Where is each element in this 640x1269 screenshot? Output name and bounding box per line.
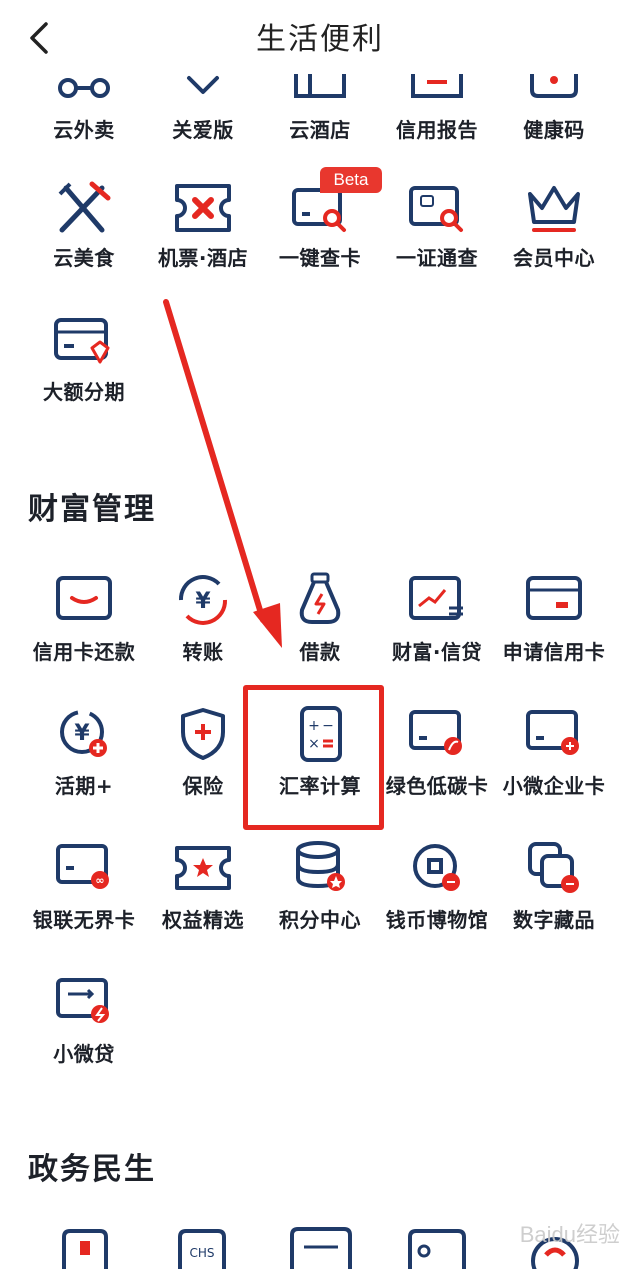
watermark: Baidu经验 [519,1222,620,1247]
red-arrow-annotation [163,299,282,648]
